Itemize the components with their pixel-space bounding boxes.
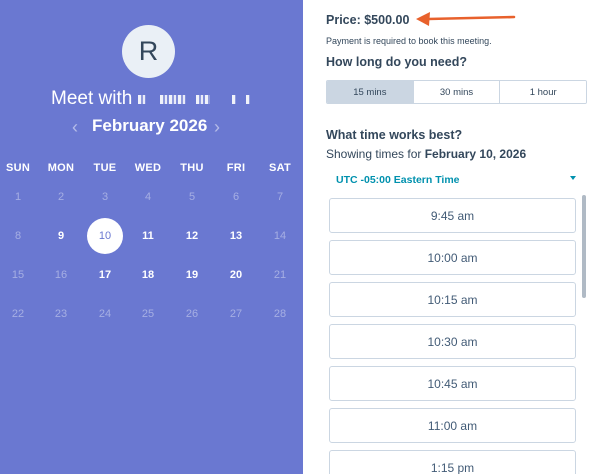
calendar-day-selected[interactable]: 10: [87, 218, 123, 254]
time-question: What time works best?: [326, 128, 463, 142]
calendar-day: 28: [273, 308, 287, 320]
calendar-day: 8: [14, 230, 22, 242]
calendar-day[interactable]: 19: [175, 258, 209, 292]
calendar-day[interactable]: 9: [44, 219, 78, 253]
chevron-right-icon[interactable]: ›: [214, 117, 220, 138]
payment-note: Payment is required to book this meeting…: [326, 36, 492, 46]
selected-date: February 10, 2026: [424, 147, 527, 161]
weekday-label: MON: [47, 162, 75, 174]
calendar-day: 24: [98, 308, 112, 320]
host-calendar-panel: R Meet with ‹ February 2026 › SUN MON TUE W…: [0, 0, 303, 474]
weekday-label: FRI: [226, 162, 246, 174]
duration-option-30[interactable]: 30 mins: [413, 81, 501, 103]
month-label: February 2026: [92, 116, 208, 135]
chevron-left-icon[interactable]: ‹: [72, 117, 78, 138]
slot-list-scrollbar[interactable]: [582, 195, 586, 298]
meet-with-heading: Meet with: [51, 88, 251, 110]
avatar: R: [122, 25, 175, 78]
calendar-day: 2: [57, 191, 65, 203]
calendar-day[interactable]: 18: [131, 258, 165, 292]
time-slot-button[interactable]: 10:15 am: [329, 282, 576, 317]
time-slot-button[interactable]: 11:00 am: [329, 408, 576, 443]
redacted-name-block: [232, 94, 237, 104]
calendar-day: 15: [11, 269, 25, 281]
calendar-day[interactable]: 11: [131, 219, 165, 253]
duration-selector: 15 mins 30 mins 1 hour: [326, 80, 587, 104]
calendar-day: 7: [276, 191, 284, 203]
redacted-name-block: [246, 94, 251, 104]
calendar-day: 14: [273, 230, 287, 242]
calendar-day: 5: [188, 191, 196, 203]
duration-option-15[interactable]: 15 mins: [327, 81, 414, 103]
duration-option-60[interactable]: 1 hour: [500, 81, 586, 103]
annotation-arrow-icon: [416, 12, 516, 26]
calendar-day: 23: [54, 308, 68, 320]
calendar-day: 26: [185, 308, 199, 320]
weekday-label: WED: [134, 162, 162, 174]
weekday-label: THU: [180, 162, 204, 174]
calendar-day: 22: [11, 308, 25, 320]
time-slot-button[interactable]: 10:30 am: [329, 324, 576, 359]
calendar-day: 4: [144, 191, 152, 203]
redacted-name-block: [160, 94, 187, 104]
month-navigation: ‹ February 2026 ›: [0, 116, 303, 140]
weekday-label: TUE: [93, 162, 117, 174]
meet-with-label: Meet with: [51, 88, 133, 109]
showing-times-text: Showing times for February 10, 2026: [326, 147, 526, 161]
time-slot-button[interactable]: 10:45 am: [329, 366, 576, 401]
calendar-day: 16: [54, 269, 68, 281]
calendar-day[interactable]: 20: [219, 258, 253, 292]
calendar-day[interactable]: 12: [175, 219, 209, 253]
calendar-day: 3: [101, 191, 109, 203]
time-slot-button[interactable]: 9:45 am: [329, 198, 576, 233]
calendar-day: 27: [229, 308, 243, 320]
redacted-name-block: [138, 94, 147, 104]
redacted-name-block: [196, 94, 211, 104]
caret-down-icon[interactable]: [570, 176, 576, 180]
calendar-day: 25: [141, 308, 155, 320]
calendar-day: 1: [14, 191, 22, 203]
calendar-day: 6: [232, 191, 240, 203]
showing-times-prefix: Showing times for: [326, 147, 422, 161]
duration-question: How long do you need?: [326, 55, 467, 69]
calendar-day[interactable]: 13: [219, 219, 253, 253]
time-slot-button[interactable]: 1:15 pm: [329, 450, 576, 474]
price-label: Price: $500.00: [326, 13, 410, 27]
calendar-day: 21: [273, 269, 287, 281]
timezone-dropdown[interactable]: UTC -05:00 Eastern Time: [336, 174, 460, 186]
weekday-label: SAT: [268, 162, 292, 174]
time-slot-button[interactable]: 10:00 am: [329, 240, 576, 275]
weekday-label: SUN: [5, 162, 31, 174]
calendar-day[interactable]: 17: [88, 258, 122, 292]
